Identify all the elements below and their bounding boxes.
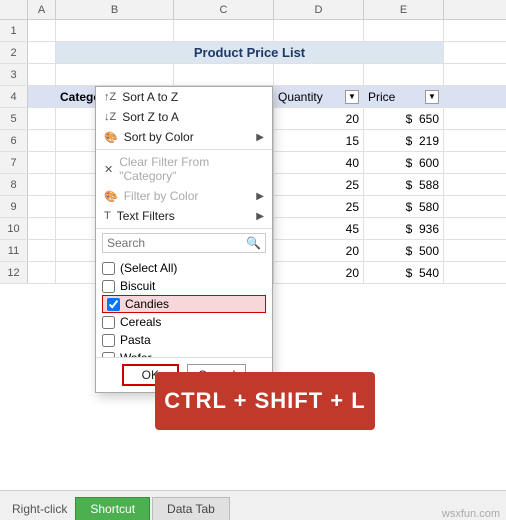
table-row: 3 [0, 64, 506, 86]
col-E: E [364, 0, 444, 19]
list-item[interactable]: Pasta [102, 331, 266, 349]
text-filters-label: Text Filters [117, 209, 175, 223]
col-headers: A B C D E [0, 0, 506, 20]
wafer-checkbox[interactable] [102, 352, 115, 358]
right-click-label: Right-click [4, 498, 75, 520]
search-input[interactable] [107, 236, 246, 250]
sort-za-item[interactable]: ↓Z Sort Z to A [96, 107, 272, 127]
search-icon: 🔍 [246, 236, 261, 250]
quantity-header: Quantity [278, 90, 323, 104]
col-B: B [56, 0, 174, 19]
text-filters-arrow: ▶ [256, 211, 264, 222]
price-header: Price [368, 90, 395, 104]
sort-az-label: Sort A to Z [122, 90, 178, 104]
shortcut-box: CTRL + SHIFT + L [155, 372, 375, 430]
filter-list: (Select All) Biscuit Candies Cereals Pas… [96, 257, 272, 357]
col-C: C [174, 0, 274, 19]
price-filter-btn[interactable]: ▼ [425, 90, 439, 104]
quantity-filter-btn[interactable]: ▼ [345, 90, 359, 104]
divider-1 [96, 149, 272, 150]
sort-az-item[interactable]: ↑Z Sort A to Z [96, 87, 272, 107]
shortcut-tab[interactable]: Shortcut [75, 497, 150, 520]
divider-2 [96, 228, 272, 229]
list-item[interactable]: Cereals [102, 313, 266, 331]
filter-dropdown: ↑Z Sort A to Z ↓Z Sort Z to A 🎨 Sort by … [95, 86, 273, 393]
list-item[interactable]: Biscuit [102, 277, 266, 295]
list-item-candies[interactable]: Candies [102, 295, 266, 313]
text-filters-icon: T [104, 210, 111, 222]
biscuit-checkbox[interactable] [102, 280, 115, 293]
filter-by-color-label: Filter by Color [124, 189, 199, 203]
title-cell: Product Price List [56, 42, 444, 63]
filter-by-color-item: 🎨 Filter by Color ▶ [96, 186, 272, 206]
clear-filter-icon: ✕ [104, 163, 113, 176]
watermark: wsxfun.com [442, 502, 506, 520]
sort-za-icon: ↓Z [104, 111, 116, 123]
pasta-checkbox[interactable] [102, 334, 115, 347]
select-all-label: (Select All) [120, 261, 177, 275]
sort-color-icon: 🎨 [104, 131, 118, 144]
list-item[interactable]: (Select All) [102, 259, 266, 277]
filter-color-arrow: ▶ [256, 191, 264, 202]
data-tab[interactable]: Data Tab [152, 497, 230, 520]
cereals-label: Cereals [120, 315, 161, 329]
search-box[interactable]: 🔍 [102, 233, 266, 253]
spreadsheet: A B C D E 1 2 Product Price List 3 [0, 0, 506, 520]
sort-by-color-item[interactable]: 🎨 Sort by Color ▶ [96, 127, 272, 147]
table-row: 2 Product Price List [0, 42, 506, 64]
col-D: D [274, 0, 364, 19]
clear-filter-item: ✕ Clear Filter From "Category" [96, 152, 272, 186]
shortcut-text: CTRL + SHIFT + L [164, 388, 365, 414]
candies-checkbox[interactable] [107, 298, 120, 311]
col-A: A [28, 0, 56, 19]
candies-label: Candies [125, 297, 169, 311]
sort-by-color-label: Sort by Color [124, 130, 194, 144]
cereals-checkbox[interactable] [102, 316, 115, 329]
list-item[interactable]: Wafer [102, 349, 266, 357]
biscuit-label: Biscuit [120, 279, 155, 293]
filter-color-icon: 🎨 [104, 190, 118, 203]
wafer-label: Wafer [120, 351, 152, 357]
sort-za-label: Sort Z to A [122, 110, 179, 124]
row-num-header [0, 0, 28, 19]
tab-bar: Right-click Shortcut Data Tab wsxfun.com [0, 490, 506, 520]
pasta-label: Pasta [120, 333, 151, 347]
sort-color-arrow: ▶ [256, 132, 264, 143]
table-row: 1 [0, 20, 506, 42]
text-filters-item[interactable]: T Text Filters ▶ [96, 206, 272, 226]
clear-filter-label: Clear Filter From "Category" [119, 155, 264, 183]
select-all-checkbox[interactable] [102, 262, 115, 275]
sort-az-icon: ↑Z [104, 91, 116, 103]
